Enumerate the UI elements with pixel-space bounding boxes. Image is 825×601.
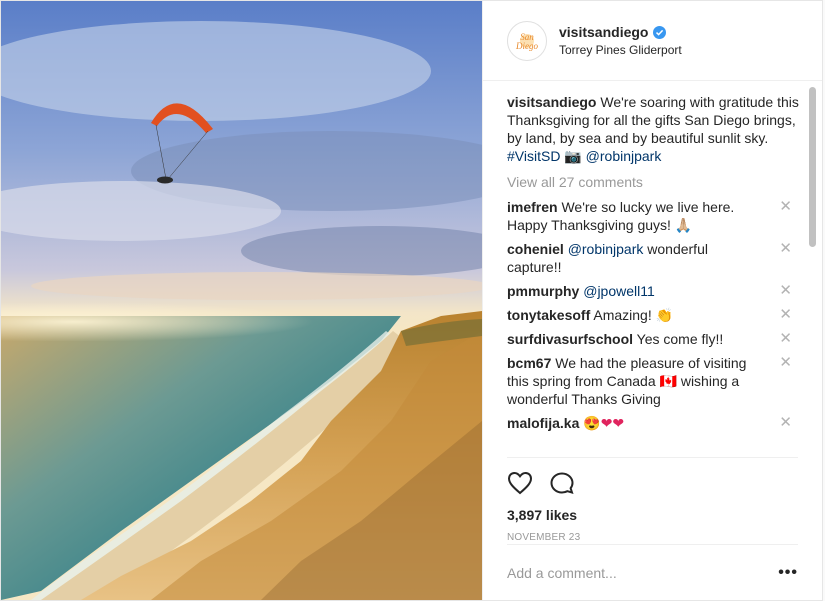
close-icon[interactable]: ✕ — [779, 354, 792, 372]
close-icon[interactable]: ✕ — [779, 330, 792, 348]
post-date: NOVEMBER 23 — [507, 532, 581, 543]
instagram-post: San Diego visitsandiego Torrey Pines Gli… — [0, 0, 823, 601]
close-icon[interactable]: ✕ — [779, 282, 792, 300]
comment-item: coheniel @robinjpark wonderful capture!!… — [507, 240, 802, 276]
close-icon[interactable]: ✕ — [779, 198, 792, 216]
comment-username[interactable]: imefren — [507, 199, 558, 215]
san-diego-logo: San Diego — [515, 32, 538, 51]
camera-emoji: 📷 — [564, 149, 582, 165]
comment-item: tonytakesoff Amazing! 👏 ✕ — [507, 306, 802, 324]
caption-mention[interactable]: @robinjpark — [586, 148, 662, 164]
comment-item: surfdivasurfschool Yes come fly!! ✕ — [507, 330, 802, 348]
comment-username[interactable]: pmmurphy — [507, 283, 579, 299]
comment-text: 😍❤❤ — [583, 415, 625, 431]
close-icon[interactable]: ✕ — [779, 240, 792, 258]
comment-username[interactable]: tonytakesoff — [507, 307, 590, 323]
comment-mention[interactable]: @jpowell11 — [583, 283, 655, 299]
likes-count[interactable]: 3,897 likes — [507, 507, 798, 523]
comment-mention[interactable]: @robinjpark — [568, 241, 644, 257]
heart-icon[interactable] — [507, 471, 533, 498]
comment-username[interactable]: malofija.ka — [507, 415, 579, 431]
post-caption: visitsandiego We're soaring with gratitu… — [507, 93, 802, 166]
close-icon[interactable]: ✕ — [779, 414, 792, 432]
comments-scrollbar[interactable] — [809, 85, 816, 453]
comment-text: Yes come fly!! — [636, 331, 724, 347]
svg-text:Diego: Diego — [515, 41, 538, 51]
comment-username[interactable]: bcm67 — [507, 355, 551, 371]
coastal-paraglider-image — [1, 1, 482, 600]
verified-badge-icon — [653, 25, 667, 39]
caption-username[interactable]: visitsandiego — [507, 94, 596, 110]
post-photo[interactable] — [1, 1, 482, 600]
comment-bubble-icon[interactable] — [549, 471, 575, 498]
comment-username[interactable]: surfdivasurfschool — [507, 331, 633, 347]
add-comment-bar: Add a comment... ••• — [507, 544, 798, 600]
comments-list[interactable]: visitsandiego We're soaring with gratitu… — [483, 81, 822, 457]
caption-hashtag[interactable]: #VisitSD — [507, 148, 560, 164]
comment-text: Amazing! 👏 — [593, 307, 674, 323]
scrollbar-thumb[interactable] — [809, 87, 816, 247]
post-author-username[interactable]: visitsandiego — [559, 24, 648, 40]
comment-item: malofija.ka 😍❤❤ ✕ — [507, 414, 802, 432]
comment-item: pmmurphy @jpowell11 ✕ — [507, 282, 802, 300]
action-bar — [507, 457, 798, 507]
more-options-button[interactable]: ••• — [778, 564, 798, 582]
view-all-comments-link[interactable]: View all 27 comments — [507, 174, 802, 190]
profile-avatar[interactable]: San Diego — [507, 20, 547, 61]
add-comment-input[interactable]: Add a comment... — [507, 565, 617, 581]
comment-item: imefren We're so lucky we live here. Hap… — [507, 198, 802, 234]
comment-item: bcm67 We had the pleasure of visiting th… — [507, 354, 802, 408]
close-icon[interactable]: ✕ — [779, 306, 792, 324]
comment-username[interactable]: coheniel — [507, 241, 564, 257]
post-location[interactable]: Torrey Pines Gliderport — [559, 43, 682, 57]
post-header: San Diego visitsandiego Torrey Pines Gli… — [483, 1, 822, 81]
post-sidebar: San Diego visitsandiego Torrey Pines Gli… — [482, 1, 822, 600]
